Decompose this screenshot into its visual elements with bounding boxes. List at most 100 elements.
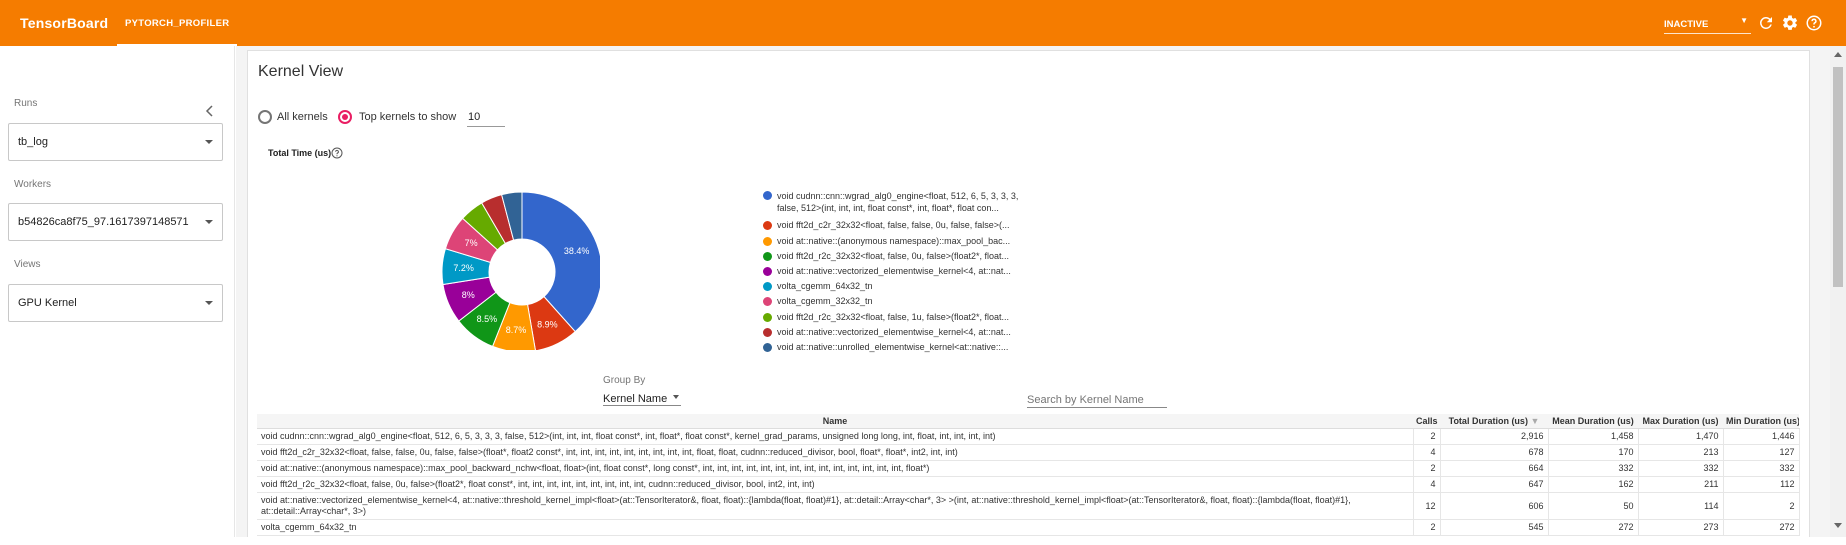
table-row[interactable]: void fft2d_r2c_32x32<float, false, 0u, f… xyxy=(257,476,1800,493)
views-select-value: GPU Kernel xyxy=(18,297,77,309)
kernel-search[interactable] xyxy=(1027,390,1167,408)
cell-value: 678 xyxy=(1440,444,1549,461)
table-row[interactable]: void cudnn::cnn::wgrad_alg0_engine<float… xyxy=(257,428,1800,445)
cell-value: 1,470 xyxy=(1638,428,1724,445)
cell-value: 211 xyxy=(1638,476,1724,493)
legend-label: volta_cgemm_64x32_tn xyxy=(777,281,873,292)
table-header-row: Name Calls Total Duration (us) ▼ Mean Du… xyxy=(257,414,1799,429)
chart-title: Total Time (us) xyxy=(268,148,332,158)
kernel-search-input[interactable] xyxy=(1027,394,1167,406)
column-header-name[interactable]: Name xyxy=(257,414,1413,429)
top-app-bar: TensorBoard PYTORCH_PROFILER INACTIVE ▼ xyxy=(0,0,1846,46)
scroll-up-arrow-icon[interactable] xyxy=(1834,52,1842,57)
table-row[interactable]: void fft2d_c2r_32x32<float, false, false… xyxy=(257,444,1800,461)
cell-value: 545 xyxy=(1440,519,1549,536)
legend-label: void cudnn::cnn::wgrad_alg0_engine<float… xyxy=(777,191,1019,213)
app-brand: TensorBoard xyxy=(20,15,109,31)
column-header-calls[interactable]: Calls xyxy=(1413,414,1440,429)
dropdown-arrow-icon xyxy=(205,220,213,224)
cell-value: 112 xyxy=(1723,476,1800,493)
column-header-max-duration[interactable]: Max Duration (us) xyxy=(1638,414,1723,429)
top-kernels-label: Top kernels to show xyxy=(359,111,457,123)
cell-value: 2,916 xyxy=(1440,428,1549,445)
scroll-down-arrow-icon[interactable] xyxy=(1834,523,1842,528)
status-select[interactable]: INACTIVE ▼ xyxy=(1664,14,1751,34)
help-icon[interactable] xyxy=(331,147,343,159)
dropdown-arrow-icon xyxy=(205,301,213,305)
cell-value: 170 xyxy=(1548,444,1639,461)
table-row[interactable]: volta_cgemm_64x32_tn 2 545 272 273 272 xyxy=(257,519,1800,536)
slice-label: 8.7% xyxy=(506,325,527,335)
cell-value: 332 xyxy=(1638,460,1724,477)
cell-value: 4 xyxy=(1413,476,1441,493)
all-kernels-radio[interactable] xyxy=(258,110,272,124)
page-title: Kernel View xyxy=(258,63,344,80)
workers-label: Workers xyxy=(14,179,52,190)
legend-label: void fft2d_r2c_32x32<float, false, 1u, f… xyxy=(777,311,1009,322)
top-kernels-radio[interactable] xyxy=(338,110,352,124)
legend-label: void at::native::unrolled_elementwise_ke… xyxy=(777,342,1009,352)
cell-value: 114 xyxy=(1638,492,1724,520)
status-select-value: INACTIVE xyxy=(1664,19,1709,30)
chevron-down-icon: ▼ xyxy=(1740,16,1748,25)
cell-value: 4 xyxy=(1413,444,1441,461)
cell-kernel-name: void fft2d_r2c_32x32<float, false, 0u, f… xyxy=(257,476,1414,493)
column-header-total-duration-label: Total Duration (us) xyxy=(1448,415,1528,426)
legend-swatch xyxy=(763,191,772,200)
top-kernels-input[interactable]: 10 xyxy=(467,107,505,127)
legend-label: void fft2d_r2c_32x32<float, false, 0u, f… xyxy=(777,250,1009,261)
column-header-mean-duration[interactable]: Mean Duration (us) xyxy=(1548,414,1638,429)
runs-select-value: tb_log xyxy=(18,136,48,148)
legend-label: void fft2d_c2r_32x32<float, false, false… xyxy=(777,220,1010,231)
settings-icon[interactable] xyxy=(1781,14,1799,32)
dropdown-arrow-icon xyxy=(205,140,213,144)
dropdown-arrow-icon xyxy=(673,395,679,399)
cell-value: 332 xyxy=(1723,460,1800,477)
kernel-table: Name Calls Total Duration (us) ▼ Mean Du… xyxy=(257,414,1800,536)
legend-swatch xyxy=(763,312,772,322)
slice-label: 8.5% xyxy=(477,314,498,324)
table-row[interactable]: void at::native::vectorized_elementwise_… xyxy=(257,492,1800,520)
cell-kernel-name: void at::native::(anonymous namespace)::… xyxy=(257,460,1414,477)
sidebar: Runs tb_log Workers b54826ca8f75_97.1617… xyxy=(0,46,235,545)
pie-chart: 38.4% 8.9% 8.7% 8.5% 8% 7.2% 7% xyxy=(441,191,600,350)
top-kernels-value: 10 xyxy=(468,111,481,123)
legend-label: volta_cgemm_32x32_tn xyxy=(777,296,873,307)
cell-value: 664 xyxy=(1440,460,1549,477)
runs-label: Runs xyxy=(14,98,38,109)
slice-label: 7% xyxy=(465,238,478,248)
refresh-icon[interactable] xyxy=(1757,14,1775,32)
cell-value: 272 xyxy=(1548,519,1639,536)
legend-swatch xyxy=(763,251,772,261)
scrollbar-thumb[interactable] xyxy=(1833,67,1843,287)
cell-value: 332 xyxy=(1548,460,1639,477)
group-by-select[interactable]: Kernel Name xyxy=(603,389,681,406)
runs-select[interactable]: tb_log xyxy=(8,123,223,161)
legend-label: void at::native::vectorized_elementwise_… xyxy=(777,266,1011,276)
cell-value: 162 xyxy=(1548,476,1639,493)
cell-value: 2 xyxy=(1413,460,1441,477)
table-row[interactable]: void at::native::(anonymous namespace)::… xyxy=(257,460,1800,477)
views-select[interactable]: GPU Kernel xyxy=(8,284,223,322)
cell-value: 127 xyxy=(1723,444,1800,461)
all-kernels-label: All kernels xyxy=(277,111,328,123)
workers-select-value: b54826ca8f75_97.1617397148571 xyxy=(18,216,189,228)
tab-label: PYTORCH_PROFILER xyxy=(125,18,230,29)
cell-value: 1,446 xyxy=(1723,428,1800,445)
chevron-left-icon[interactable] xyxy=(203,104,217,118)
legend-swatch xyxy=(763,267,772,276)
column-header-min-duration[interactable]: Min Duration (us) xyxy=(1723,414,1799,429)
cell-value: 273 xyxy=(1638,519,1724,536)
workers-select[interactable]: b54826ca8f75_97.1617397148571 xyxy=(8,203,223,241)
cell-value: 2 xyxy=(1413,428,1441,445)
views-label: Views xyxy=(14,259,41,270)
group-by-value: Kernel Name xyxy=(603,393,668,405)
column-header-total-duration[interactable]: Total Duration (us) ▼ xyxy=(1440,414,1548,429)
tab-pytorch-profiler[interactable]: PYTORCH_PROFILER xyxy=(117,0,238,46)
bottom-edge xyxy=(0,537,1846,545)
help-icon[interactable] xyxy=(1805,14,1823,32)
slice-label: 8.9% xyxy=(537,320,558,330)
legend-swatch xyxy=(763,343,772,352)
cell-value: 2 xyxy=(1723,492,1800,520)
cell-value: 647 xyxy=(1440,476,1549,493)
